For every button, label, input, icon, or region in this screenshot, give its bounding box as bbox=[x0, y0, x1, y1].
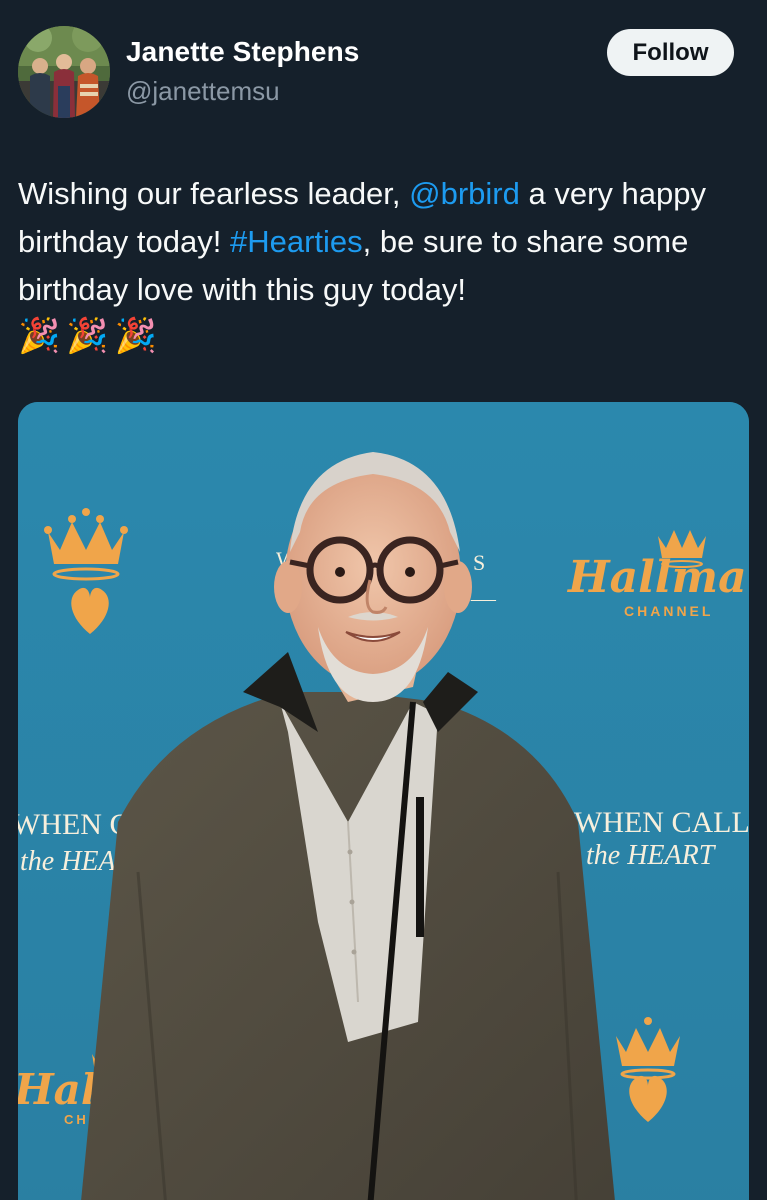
tweet-page: Janette Stephens @janettemsu Follow Wish… bbox=[0, 0, 767, 1200]
svg-text:the HEA: the HEA bbox=[20, 846, 117, 877]
backdrop-flourish: ⸺ bbox=[470, 592, 497, 609]
hashtag-link[interactable]: #Hearties bbox=[230, 224, 363, 259]
tweet-text-part: Wishing our fearless leader, bbox=[18, 176, 410, 211]
svg-text:the HEART: the HEART bbox=[586, 840, 717, 871]
author-handle[interactable]: @janettemsu bbox=[126, 76, 280, 107]
svg-text:CHANNEL: CHANNEL bbox=[624, 603, 713, 619]
follow-button[interactable]: Follow bbox=[607, 29, 734, 76]
mention-link[interactable]: @brbird bbox=[409, 176, 520, 211]
party-popper-icon: 🎉 bbox=[18, 317, 61, 355]
photo-scene: W S ⸺ ⸺ Hallmar CHANNEL WHEN CA the HEA … bbox=[18, 402, 749, 1200]
avatar[interactable] bbox=[18, 26, 110, 118]
party-popper-icon: 🎉 bbox=[114, 317, 158, 355]
emoji-row: 🎉 🎉 🎉 bbox=[18, 314, 157, 358]
party-popper-icon: 🎉 bbox=[66, 317, 109, 355]
backdrop-partial-text: S bbox=[473, 550, 485, 575]
tweet-photo[interactable]: W S ⸺ ⸺ Hallmar CHANNEL WHEN CA the HEA … bbox=[18, 402, 749, 1200]
svg-text:WHEN CALL: WHEN CALL bbox=[574, 806, 749, 839]
svg-text:Hallmar: Hallmar bbox=[566, 552, 749, 603]
author-name[interactable]: Janette Stephens bbox=[126, 36, 359, 68]
tweet-text: Wishing our fearless leader, @brbird a v… bbox=[18, 170, 753, 314]
